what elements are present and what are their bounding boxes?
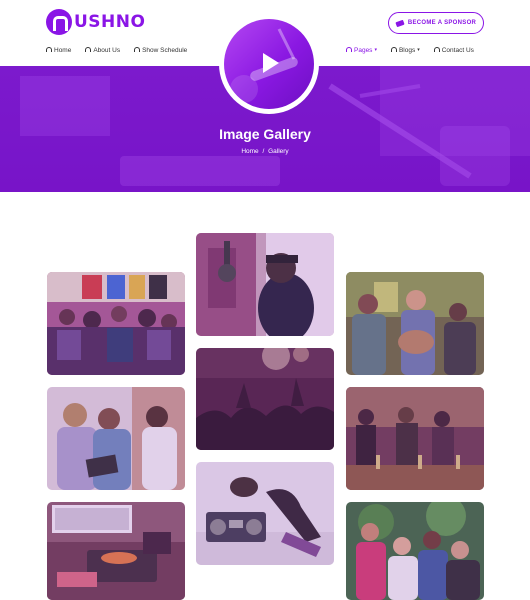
nav-item-label: About Us [93, 46, 121, 54]
logo-icon [46, 9, 72, 35]
nav-item-show-schedule[interactable]: Show Schedule [134, 46, 188, 54]
brand-logo[interactable]: USHNO [46, 9, 145, 35]
headphones-icon [346, 46, 352, 52]
become-sponsor-button[interactable]: BECOME A SPONSOR [388, 12, 484, 34]
play-icon [263, 53, 279, 73]
breadcrumb-separator: / [262, 148, 265, 155]
ticket-icon [395, 19, 405, 27]
breadcrumb-home-link[interactable]: Home [241, 148, 258, 155]
brand-name: USHNO [74, 12, 146, 32]
headphones-icon [134, 46, 141, 52]
gallery-image-friends-reading-tablet[interactable] [47, 387, 185, 490]
headphones-icon [46, 46, 52, 52]
nav-item-label: Blogs [398, 46, 416, 54]
page-title: Image Gallery [219, 126, 311, 142]
gallery-image-acoustic-band[interactable] [346, 272, 484, 375]
gallery-image-group-selfie-outdoors[interactable] [346, 502, 484, 600]
gallery-image-vinyl-record-player[interactable] [47, 502, 185, 600]
gallery-image-bar-gathering[interactable] [346, 387, 484, 490]
play-video-button[interactable] [219, 14, 319, 114]
nav-item-label: Home [54, 46, 72, 54]
nav-item-pages[interactable]: Pages ▾ [346, 46, 377, 54]
breadcrumb: Home / Gallery [0, 148, 530, 155]
nav-item-home[interactable]: Home [46, 46, 72, 54]
nav-item-contact-us[interactable]: Contact Us [433, 46, 474, 54]
gallery-image-concert-crowd-hands[interactable] [196, 348, 334, 450]
nav-item-label: Contact Us [441, 46, 474, 54]
chevron-down-icon: ▾ [374, 47, 377, 53]
headphones-icon [85, 46, 92, 52]
headphones-icon [390, 46, 397, 52]
play-video-thumbnail [224, 19, 314, 109]
nav-item-about-us[interactable]: About Us [85, 46, 121, 54]
main-nav-right: Pages ▾ Blogs ▾ Contact Us [346, 45, 488, 55]
nav-item-label: Show Schedule [142, 46, 188, 54]
nav-item-blogs[interactable]: Blogs ▾ [390, 46, 420, 54]
chevron-down-icon: ▾ [417, 47, 420, 53]
gallery-image-crowd-audience[interactable] [47, 272, 185, 375]
nav-item-label: Pages [354, 46, 373, 54]
breadcrumb-current: Gallery [268, 148, 289, 155]
gallery-image-recording-studio-singer[interactable] [196, 233, 334, 336]
gallery-image-woman-with-boombox[interactable] [196, 462, 334, 565]
main-nav-left: Home About Us Show Schedule [46, 45, 201, 55]
headphones-icon [433, 46, 440, 52]
become-sponsor-label: BECOME A SPONSOR [407, 20, 477, 26]
